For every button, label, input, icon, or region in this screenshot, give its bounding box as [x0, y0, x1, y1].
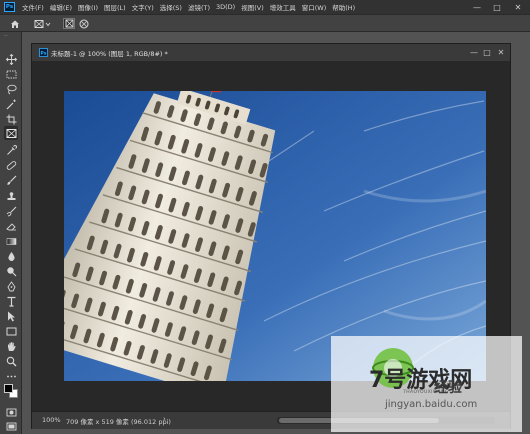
ps-document-icon: Ps	[39, 48, 48, 57]
frame-tool-icon[interactable]	[4, 126, 18, 140]
panel-grip-icon[interactable]: ··	[4, 34, 18, 40]
doc-maximize-button[interactable]: □	[481, 46, 493, 58]
gradient-tool-icon[interactable]	[4, 234, 18, 248]
menu-filter[interactable]: 滤镜(T)	[185, 2, 213, 12]
move-tool-icon[interactable]	[4, 52, 18, 66]
history-brush-tool-icon[interactable]	[4, 204, 18, 218]
menu-type[interactable]: 文字(Y)	[129, 2, 157, 12]
eraser-tool-icon[interactable]	[4, 219, 18, 233]
watermark: 7号游戏网 7HAOYOUXIWANG 经验 jingyan.baidu.com	[331, 336, 522, 432]
maximize-button[interactable]: □	[490, 0, 504, 14]
marquee-tool-icon[interactable]	[4, 67, 18, 81]
more-tools-icon[interactable]	[4, 369, 18, 383]
rectangle-frame-icon[interactable]	[63, 18, 75, 29]
zoom-level[interactable]: 100%	[42, 416, 61, 424]
pen-tool-icon[interactable]	[4, 279, 18, 293]
menu-3d[interactable]: 3D(D)	[213, 3, 238, 11]
type-tool-icon[interactable]	[4, 294, 18, 308]
clone-stamp-tool-icon[interactable]	[4, 189, 18, 203]
brush-tool-icon[interactable]	[4, 173, 18, 187]
doc-close-button[interactable]: ✕	[495, 46, 507, 58]
menu-edit[interactable]: 编辑(E)	[47, 2, 75, 12]
menu-view[interactable]: 视图(V)	[238, 2, 267, 12]
color-swatches[interactable]	[3, 383, 19, 399]
app-logo[interactable]: Ps	[4, 2, 15, 12]
quick-mask-icon[interactable]	[4, 405, 18, 419]
menu-file[interactable]: 文件(F)	[19, 2, 47, 12]
blur-tool-icon[interactable]	[4, 249, 18, 263]
menu-help[interactable]: 帮助(H)	[329, 2, 358, 12]
close-button[interactable]: ✕	[511, 0, 525, 14]
eyedropper-tool-icon[interactable]	[4, 143, 18, 157]
dodge-tool-icon[interactable]	[4, 264, 18, 278]
options-bar	[0, 14, 530, 32]
document-tab[interactable]: Ps 未标题-1 @ 100% (图层 1, RGB/8#) *	[35, 46, 172, 59]
document-info: 709 像素 x 519 像素 (96.012 ppi)	[66, 418, 171, 426]
healing-brush-tool-icon[interactable]	[4, 158, 18, 172]
frame-tool-preset-icon[interactable]	[33, 18, 53, 29]
menu-layer[interactable]: 图层(L)	[101, 2, 129, 12]
hand-tool-icon[interactable]	[4, 339, 18, 353]
menu-bar: Ps 文件(F) 编辑(E) 图像(I) 图层(L) 文字(Y) 选择(S) 滤…	[0, 0, 530, 14]
svg-text:Ps: Ps	[41, 51, 47, 57]
document-tab-bar: Ps 未标题-1 @ 100% (图层 1, RGB/8#) * — □ ✕	[32, 44, 510, 62]
document-tab-title: 未标题-1 @ 100% (图层 1, RGB/8#) *	[51, 49, 168, 58]
rectangle-tool-icon[interactable]	[4, 324, 18, 338]
foreground-color-swatch[interactable]	[4, 384, 13, 393]
zoom-tool-icon[interactable]	[4, 354, 18, 368]
magic-wand-tool-icon[interactable]	[4, 97, 18, 111]
path-selection-tool-icon[interactable]	[4, 309, 18, 323]
tools-panel: ··	[0, 32, 22, 434]
doc-minimize-button[interactable]: —	[468, 46, 480, 58]
minimize-button[interactable]: —	[470, 0, 484, 14]
home-icon[interactable]	[9, 18, 21, 29]
watermark-url: jingyan.baidu.com	[385, 399, 478, 410]
status-menu-arrow[interactable]: ›	[163, 415, 166, 423]
crop-tool-icon[interactable]	[4, 112, 18, 126]
menu-plugins[interactable]: 增效工具	[267, 2, 299, 12]
menu-select[interactable]: 选择(S)	[157, 2, 185, 12]
menu-image[interactable]: 图像(I)	[75, 2, 101, 12]
screen-mode-icon[interactable]	[4, 419, 18, 433]
lasso-tool-icon[interactable]	[4, 82, 18, 96]
ellipse-frame-icon[interactable]	[78, 18, 90, 29]
menu-window[interactable]: 窗口(W)	[299, 2, 330, 12]
watermark-jingyan: 经验	[434, 380, 462, 396]
